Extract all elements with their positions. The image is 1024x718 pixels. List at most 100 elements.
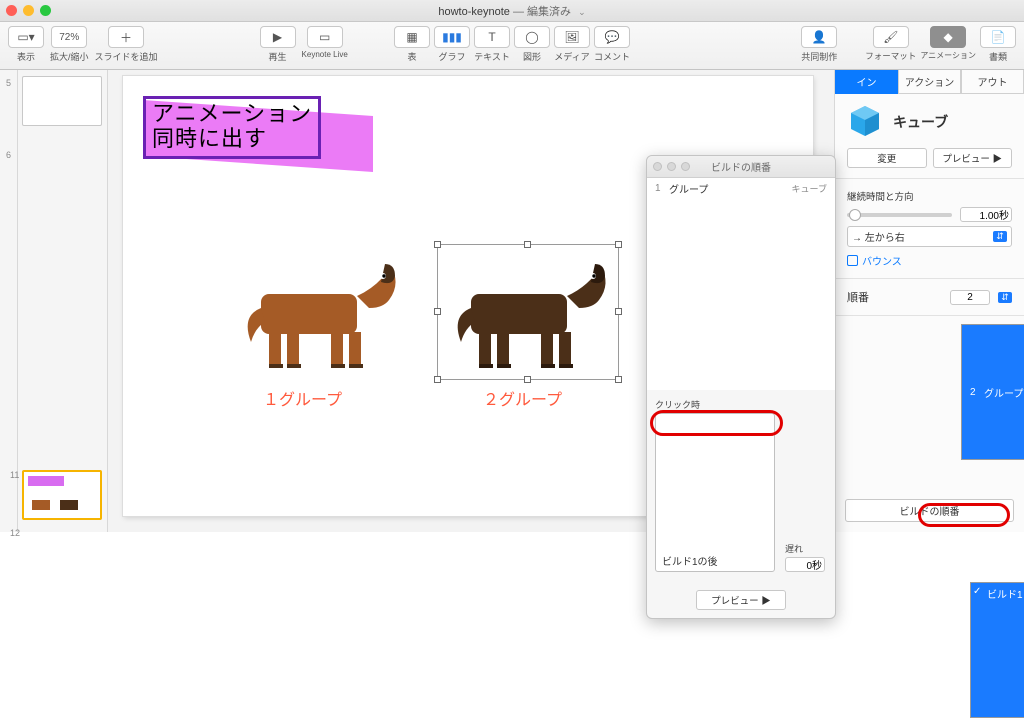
document-name: howto-keynote <box>438 6 510 18</box>
view-label: 表示 <box>17 50 35 63</box>
caption-1[interactable]: １グループ <box>263 386 342 410</box>
format-button[interactable]: 🖌 フォーマット <box>865 26 916 63</box>
headline-line2: 同時に出す <box>152 126 267 151</box>
duration-label: 継続時間と方向 <box>847 189 1012 203</box>
inspector-panel: イン アクション アウト キューブ 変更 プレビュー ▶ 継続時間と方向 <box>834 70 1024 532</box>
popover-preview-button[interactable]: プレビュー ▶ <box>696 590 786 610</box>
resize-handle[interactable] <box>615 376 622 383</box>
resize-handle[interactable] <box>615 308 622 315</box>
keynote-live-label: Keynote Live <box>302 50 348 59</box>
add-slide-label: スライドを追加 <box>95 50 158 63</box>
direction-select[interactable]: → 左から右 ⇵ <box>847 226 1012 247</box>
selection-box[interactable] <box>437 244 619 380</box>
resize-handle[interactable] <box>615 241 622 248</box>
table-icon: ▦ <box>406 30 417 44</box>
tab-action[interactable]: アクション <box>898 70 961 94</box>
close-window[interactable] <box>6 5 17 16</box>
minimize-window[interactable] <box>23 5 34 16</box>
direction-value: 左から右 <box>865 233 905 244</box>
document-button[interactable]: 📄 書類 <box>980 26 1016 63</box>
keynote-live-button[interactable]: ▭ Keynote Live <box>302 26 348 59</box>
zoom-value: 72% <box>59 32 79 43</box>
popover-title: ビルドの順番 <box>711 159 771 174</box>
tab-in[interactable]: イン <box>835 70 898 94</box>
build-row-selected[interactable]: 2 グループ キューブ <box>961 324 1024 460</box>
slide-number-marker: 5 <box>6 78 11 88</box>
zoom-label: 拡大/縮小 <box>50 50 89 63</box>
animate-label: アニメーション <box>920 50 976 61</box>
option-with-build1[interactable]: ビルド1と同時 <box>970 582 1024 718</box>
headline-text[interactable]: アニメーション 同時に出す <box>143 96 321 159</box>
resize-handle[interactable] <box>524 241 531 248</box>
build-row-effect: キューブ <box>792 182 827 195</box>
dog-group-1[interactable] <box>233 246 403 379</box>
build-list[interactable]: 1 グループ キューブ 2 グループ キューブ <box>647 178 835 390</box>
start-select-open[interactable]: ビルド1と同時 ビルド1の後 <box>655 413 775 572</box>
change-effect-button[interactable]: 変更 <box>847 148 927 168</box>
inspector-tabs: イン アクション アウト <box>835 70 1024 94</box>
checkbox-icon[interactable] <box>847 255 858 266</box>
ruler-sidebar: 5 6 <box>0 70 18 532</box>
window-title: howto-keynote — 編集済み ⌄ <box>0 3 1024 19</box>
shape-button[interactable]: ◯ 図形 <box>514 26 550 63</box>
animate-button[interactable]: ◆ アニメーション <box>920 26 976 63</box>
build-row-num: 1 <box>655 183 669 194</box>
resize-handle[interactable] <box>434 376 441 383</box>
preview-effect-button[interactable]: プレビュー ▶ <box>933 148 1013 168</box>
chart-button[interactable]: ▮▮▮ グラフ <box>434 26 470 63</box>
option-after-build1[interactable]: ビルド1の後 <box>656 550 774 571</box>
text-label: テキスト <box>474 50 510 63</box>
brush-icon: 🖌 <box>883 30 898 44</box>
delay-label: 遅れ <box>785 542 825 555</box>
title-chevron-icon: ⌄ <box>578 7 586 17</box>
table-label: 表 <box>407 50 416 63</box>
document-status: — 編集済み <box>513 6 571 18</box>
delay-field[interactable] <box>785 557 825 572</box>
toolbar: ▭▾ 表示 72% 拡大/縮小 ＋ スライドを追加 ▶ 再生 ▭ Keynote… <box>0 22 1024 70</box>
play-label: 再生 <box>269 50 287 63</box>
build-row[interactable]: 1 グループ キューブ <box>647 178 835 199</box>
build-row-name: グループ <box>669 181 792 196</box>
text-button[interactable]: T テキスト <box>474 26 510 63</box>
caption-2[interactable]: ２グループ <box>483 386 562 410</box>
keynote-live-icon: ▭ <box>319 30 330 44</box>
build-order-button[interactable]: ビルドの順番 <box>845 499 1014 522</box>
document-icon: 📄 <box>991 30 1006 44</box>
view-button[interactable]: ▭▾ 表示 <box>8 26 44 63</box>
resize-handle[interactable] <box>434 241 441 248</box>
window-traffic-lights <box>6 5 51 16</box>
zoom-button[interactable]: 72% 拡大/縮小 <box>50 26 89 63</box>
share-label: 共同制作 <box>801 50 837 63</box>
duration-field[interactable] <box>960 207 1012 222</box>
headline-line1: アニメーション <box>152 101 312 126</box>
slide-thumbnail-current[interactable] <box>22 470 102 520</box>
tab-out[interactable]: アウト <box>961 70 1024 94</box>
table-button[interactable]: ▦ 表 <box>394 26 430 63</box>
add-slide-button[interactable]: ＋ スライドを追加 <box>95 26 158 63</box>
resize-handle[interactable] <box>434 308 441 315</box>
play-button[interactable]: ▶ 再生 <box>260 26 296 63</box>
slide-navigator[interactable]: 11 12 <box>18 70 108 532</box>
select-arrow-icon: ⇵ <box>993 231 1007 242</box>
title-group[interactable]: アニメーション 同時に出す <box>143 96 321 159</box>
media-button[interactable]: 🖼 メディア <box>554 26 590 63</box>
plus-icon: ＋ <box>120 29 132 46</box>
comment-button[interactable]: 💬 コメント <box>594 26 630 63</box>
slide-thumbnail[interactable] <box>22 76 102 126</box>
resize-handle[interactable] <box>524 376 531 383</box>
build-row-num: 2 <box>970 387 984 398</box>
view-icon: ▭▾ <box>17 30 34 44</box>
share-icon: 👤 <box>812 30 827 44</box>
share-button[interactable]: 👤 共同制作 <box>801 26 837 63</box>
slide-number-marker: 6 <box>6 150 11 160</box>
cube-effect-icon <box>847 104 883 140</box>
bounce-label: バウンス <box>862 253 902 268</box>
start-label: クリック時 <box>655 398 775 411</box>
format-label: フォーマット <box>865 50 916 62</box>
duration-slider[interactable] <box>847 213 952 217</box>
stepper-icon[interactable]: ⇵ <box>998 292 1012 303</box>
maximize-window[interactable] <box>40 5 51 16</box>
order-field[interactable] <box>950 290 990 305</box>
popover-titlebar[interactable]: ビルドの順番 <box>647 156 835 178</box>
media-icon: 🖼 <box>564 30 579 44</box>
